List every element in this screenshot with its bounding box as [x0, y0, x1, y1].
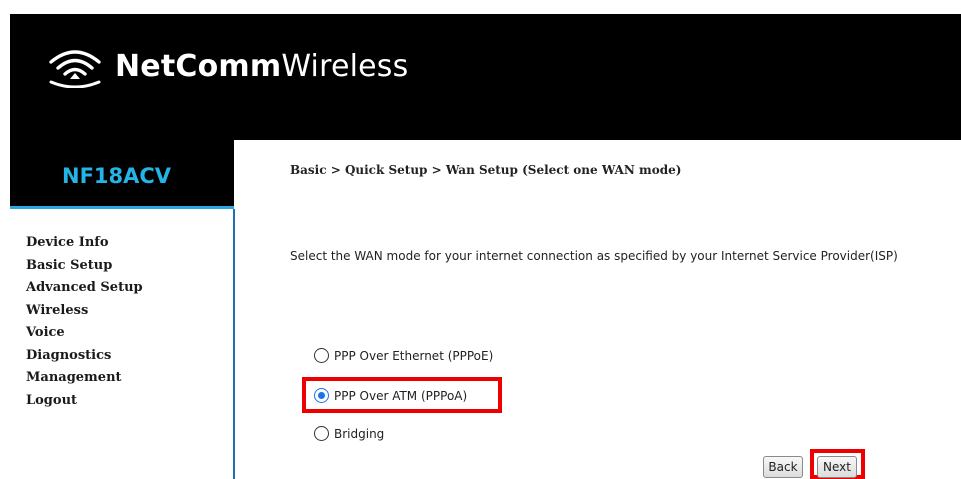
option-pppoa[interactable]: PPP Over ATM (PPPoA)	[314, 388, 467, 403]
pppoe-radio[interactable]	[314, 348, 329, 363]
back-button[interactable]: Back	[763, 456, 803, 478]
bridging-radio[interactable]	[314, 426, 329, 441]
pppoa-label: PPP Over ATM (PPPoA)	[334, 388, 468, 403]
model-name: NF18ACV	[62, 164, 172, 188]
sidebar-item-management[interactable]: Management	[26, 367, 143, 390]
wan-mode-description: Select the WAN mode for your internet co…	[290, 249, 898, 263]
sidebar-item-diagnostics[interactable]: Diagnostics	[26, 345, 143, 368]
breadcrumb: Basic > Quick Setup > Wan Setup (Select …	[290, 163, 682, 177]
brand-bold: NetComm	[115, 48, 282, 84]
brand-name: NetCommWireless	[115, 49, 408, 84]
sidebar-item-wireless[interactable]: Wireless	[26, 300, 143, 323]
content-corner	[234, 140, 961, 160]
pppoe-label: PPP Over Ethernet (PPPoE)	[334, 348, 494, 363]
sidebar-item-basic-setup[interactable]: Basic Setup	[26, 255, 143, 278]
sidebar-item-device-info[interactable]: Device Info	[26, 232, 143, 255]
sidebar-item-logout[interactable]: Logout	[26, 390, 143, 413]
option-pppoe[interactable]: PPP Over Ethernet (PPPoE)	[314, 348, 493, 363]
netcomm-logo: NetCommWireless	[45, 44, 408, 88]
sidebar-item-voice[interactable]: Voice	[26, 322, 143, 345]
wifi-icon	[49, 50, 101, 88]
brand-light: Wireless	[281, 48, 409, 84]
next-button[interactable]: Next	[817, 456, 857, 478]
sidebar-item-advanced-setup[interactable]: Advanced Setup	[26, 277, 143, 300]
sidebar-nav: Device Info Basic Setup Advanced Setup W…	[26, 232, 143, 412]
pppoa-radio[interactable]	[314, 388, 329, 403]
bridging-label: Bridging	[334, 426, 385, 441]
option-bridging[interactable]: Bridging	[314, 426, 384, 441]
